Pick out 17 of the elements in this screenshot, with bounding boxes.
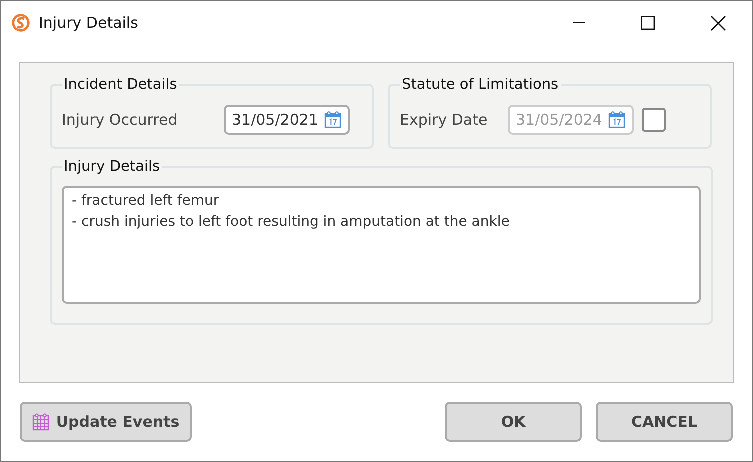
calendar-icon[interactable] xyxy=(324,111,342,129)
app-logo-icon xyxy=(11,13,31,33)
group-title: Incident Details xyxy=(63,77,178,93)
ok-button[interactable]: OK xyxy=(445,402,582,442)
update-events-button[interactable]: Update Events xyxy=(20,402,192,442)
minimize-icon[interactable] xyxy=(573,22,585,24)
window-title: Injury Details xyxy=(39,14,138,32)
injury-details-field[interactable]: - fractured left femur - crush injuries to left foot resulting in amputation at the ankle xyxy=(62,186,701,304)
cancel-button[interactable]: CANCEL xyxy=(596,402,733,442)
calendar-icon xyxy=(32,413,50,431)
maximize-icon[interactable] xyxy=(641,16,655,30)
group-title: Injury Details xyxy=(63,159,162,175)
field-label: Expiry Date xyxy=(400,111,489,129)
close-icon[interactable] xyxy=(711,16,726,30)
date-field[interactable]: 31/05/2021 xyxy=(224,105,350,135)
group-title: Statute of Limitations xyxy=(401,77,560,93)
field-label: Injury Occurred xyxy=(62,111,179,129)
